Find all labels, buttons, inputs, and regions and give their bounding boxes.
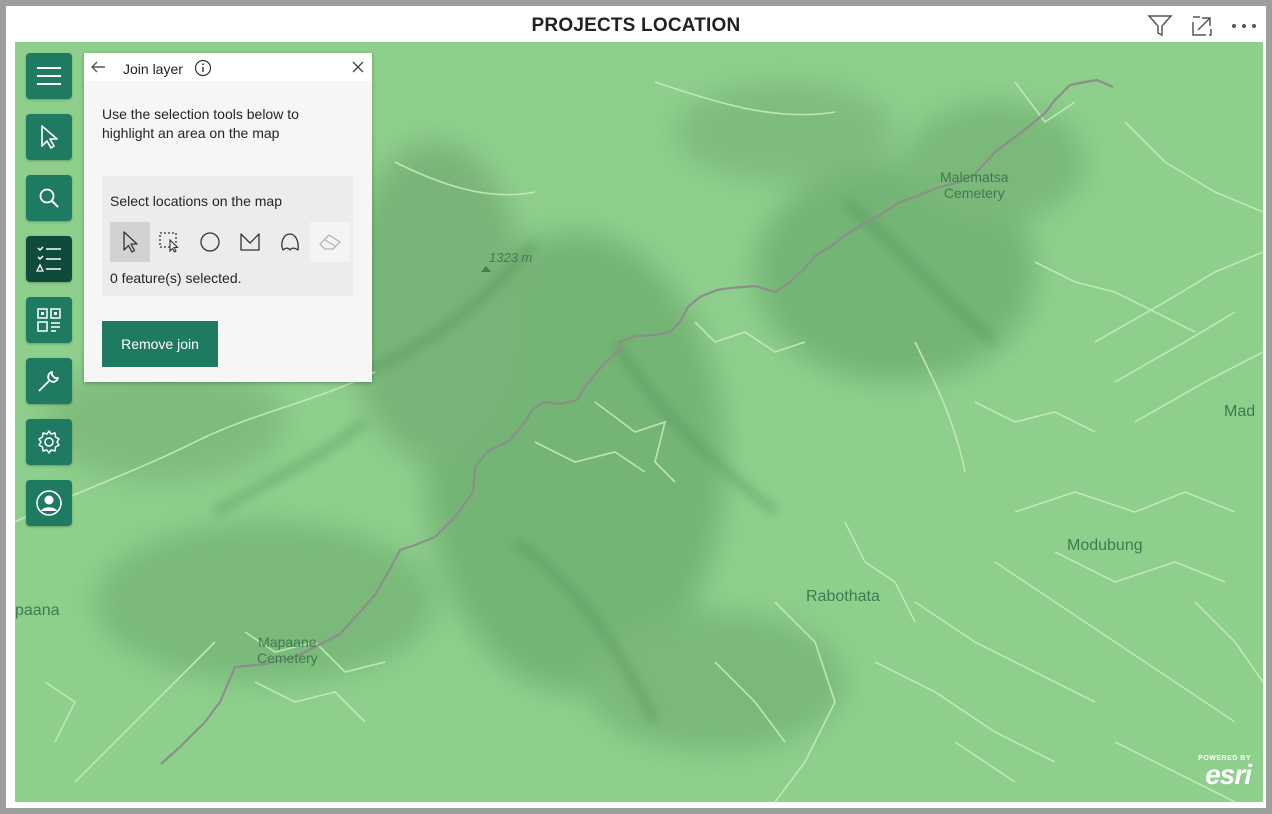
pointer-icon [123, 231, 138, 253]
user-icon [36, 490, 62, 516]
map-view[interactable]: Malematsa Cemetery 1323 m Mad Modubung R… [15, 42, 1263, 802]
select-button[interactable] [26, 114, 72, 160]
remove-join-button[interactable]: Remove join [102, 321, 218, 367]
lasso-select-tool[interactable] [270, 222, 310, 262]
map-label-paana: paana [15, 602, 60, 619]
circle-select-tool[interactable] [190, 222, 230, 262]
eraser-tool[interactable] [310, 222, 350, 262]
panel-title: Join layer [123, 61, 183, 77]
more-options-icon[interactable] [1228, 12, 1260, 40]
map-label-modubung: Modubung [1067, 537, 1143, 554]
layer-list-icon [35, 246, 61, 272]
attribution-brand: esri [1205, 759, 1252, 790]
back-button[interactable] [89, 59, 107, 75]
eraser-icon [319, 234, 341, 250]
circle-icon [200, 232, 220, 252]
map-label-mad: Mad [1224, 403, 1256, 420]
layers-button[interactable] [26, 236, 72, 282]
menu-button[interactable] [26, 53, 72, 99]
label-line-2: Cemetery [257, 650, 318, 666]
tools-button[interactable] [26, 358, 72, 404]
close-icon [352, 61, 364, 73]
label-line-2: Cemetery [943, 185, 1005, 201]
panel-body: Use the selection tools below to highlig… [84, 81, 372, 382]
account-button[interactable] [26, 480, 72, 526]
settings-button[interactable] [26, 419, 72, 465]
page-title: PROJECTS LOCATION [531, 15, 741, 36]
rectangle-select-icon [159, 232, 179, 253]
map-label-elevation: 1323 m [489, 250, 533, 265]
label-line-1: Mapaane [258, 634, 317, 650]
map-label-mapaane: Mapaane Cemetery [257, 634, 318, 666]
search-button[interactable] [26, 175, 72, 221]
filter-icon[interactable] [1144, 12, 1176, 40]
search-icon [39, 188, 59, 208]
rectangle-select-tool[interactable] [150, 222, 190, 262]
panel-header: Join layer [84, 53, 372, 81]
selection-tools-box: Select locations on the map 0 feature(s)… [102, 176, 353, 296]
arrow-left-icon [91, 61, 105, 73]
map-toolbar [26, 53, 72, 541]
gear-icon [38, 430, 60, 454]
pointer-select-tool[interactable] [110, 222, 150, 262]
esri-attribution: POWERED BY esri [1198, 755, 1252, 790]
wrench-icon [38, 371, 59, 392]
info-icon[interactable] [194, 59, 212, 77]
panel-instructions: Use the selection tools below to highlig… [102, 106, 299, 141]
selection-title: Select locations on the map [110, 193, 282, 209]
label-line-1: Malematsa [940, 169, 1009, 185]
map-label-rabothata: Rabothata [806, 588, 880, 605]
polygon-select-tool[interactable] [230, 222, 270, 262]
join-layer-panel: Join layer Use the selection tools below… [84, 53, 372, 382]
header-icons [1144, 12, 1260, 40]
close-button[interactable] [350, 59, 366, 75]
hamburger-icon [37, 67, 61, 85]
selection-count: 0 feature(s) selected. [110, 270, 242, 286]
visual-frame: PROJECTS LOCATION Malematsa Cemetery 132… [6, 6, 1266, 808]
analytics-button[interactable] [26, 297, 72, 343]
map-label-malematsa: Malematsa Cemetery [940, 169, 1008, 201]
lasso-icon [281, 233, 299, 251]
selection-tools [110, 222, 350, 262]
grid-analysis-icon [37, 308, 61, 332]
expand-icon[interactable] [1186, 12, 1218, 40]
pointer-icon [41, 125, 58, 149]
polygon-icon [240, 233, 260, 251]
